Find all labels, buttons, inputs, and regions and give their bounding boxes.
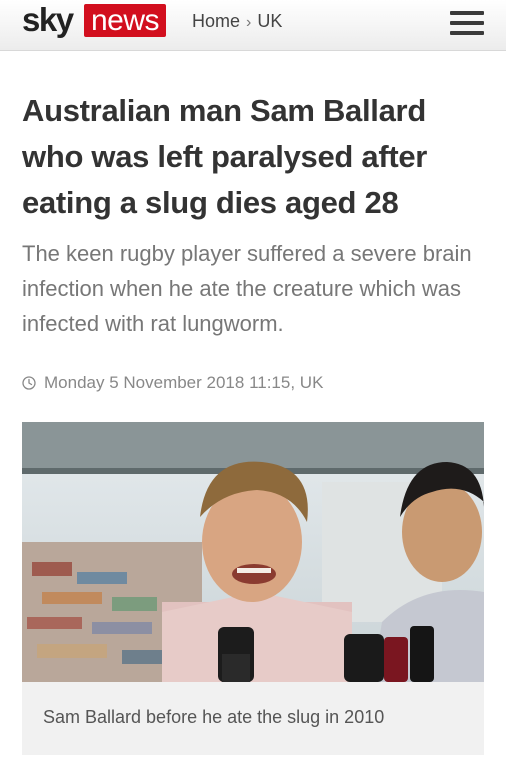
news-logo[interactable]: news (84, 4, 167, 37)
sky-logo[interactable]: sky (22, 1, 74, 39)
breadcrumb: Home › UK (192, 11, 282, 32)
menu-bar (450, 11, 484, 15)
breadcrumb-home-link[interactable]: Home (192, 11, 240, 31)
site-header: sky news Home › UK (0, 0, 506, 51)
article-image[interactable] (22, 422, 484, 682)
article-dateline: Monday 5 November 2018 11:15, UK (22, 373, 323, 393)
image-caption: Sam Ballard before he ate the slug in 20… (43, 707, 385, 727)
article-date: Monday 5 November 2018 11:15, UK (44, 373, 324, 392)
menu-bar (450, 21, 484, 25)
article-headline: Australian man Sam Ballard who was left … (22, 93, 428, 220)
menu-bar (450, 31, 484, 35)
article-standfirst: The keen rugby player suffered a severe … (22, 241, 472, 336)
breadcrumb-uk-link[interactable]: UK (257, 11, 282, 31)
clock-icon (22, 376, 36, 390)
image-caption-box: Sam Ballard before he ate the slug in 20… (22, 682, 484, 755)
hamburger-menu-icon[interactable] (450, 11, 484, 35)
breadcrumb-separator: › (246, 14, 252, 31)
article-photo-illustration (22, 422, 484, 682)
